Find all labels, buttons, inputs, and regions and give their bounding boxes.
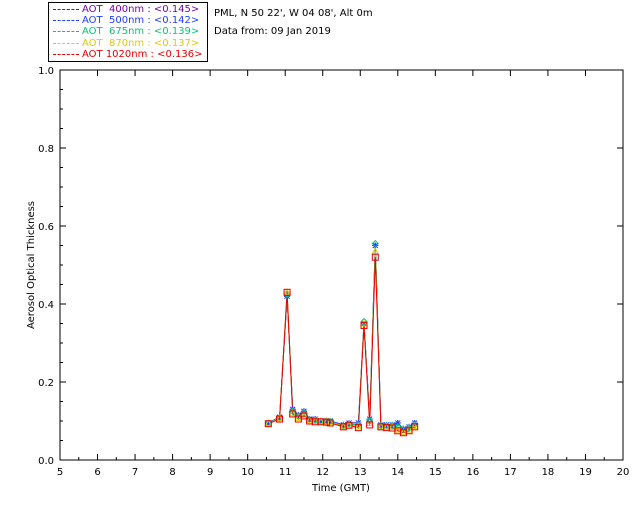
y-tick-label: 0.2 (38, 378, 54, 389)
x-tick-label: 12 (316, 467, 329, 478)
series-lines (268, 243, 415, 434)
y-tick-label: 1.0 (38, 66, 54, 77)
legend-entry: AOT 1020nm : <0.136> (49, 49, 207, 60)
legend-entry: AOT 500nm : <0.142> (49, 15, 207, 26)
data-point (394, 419, 401, 426)
legend-entry: AOT 870nm : <0.137> (49, 38, 207, 49)
x-tick-label: 8 (169, 467, 175, 478)
series-line (268, 257, 415, 434)
x-tick-label: 15 (429, 467, 442, 478)
y-tick-label: 0.0 (38, 456, 54, 467)
x-tick-label: 7 (132, 467, 138, 478)
x-tick-label: 13 (354, 467, 367, 478)
series-markers (264, 239, 419, 437)
x-tick-label: 5 (57, 467, 63, 478)
legend-label: AOT 500nm : <0.142> (82, 15, 200, 27)
legend-label: AOT 1020nm : <0.136> (82, 48, 203, 60)
x-tick-label: 6 (94, 467, 100, 478)
legend-label: AOT 870nm : <0.137> (82, 37, 200, 49)
aot-chart: 5 6 7 8 9 10 11 12 13 14 15 16 17 18 19 20 0.0 0.2 0.4 0.6… (26, 66, 630, 494)
legend-swatch (53, 9, 79, 10)
plot-frame (59, 69, 624, 461)
legend-swatch (53, 53, 79, 55)
series-line (268, 245, 415, 430)
legend-entry: AOT 400nm : <0.145> (49, 4, 207, 15)
legend: AOT 400nm : <0.145> AOT 500nm : <0.142> AO… (48, 2, 208, 62)
legend-swatch (53, 42, 79, 44)
x-tick-label: 18 (542, 467, 555, 478)
x-tick-label: 19 (579, 467, 592, 478)
x-tick-label: 17 (504, 467, 517, 478)
x-tick-label: 10 (241, 467, 254, 478)
date-text: Data from: 09 Jan 2019 (214, 26, 331, 37)
x-axis-label: Time (GMT) (311, 483, 370, 494)
x-tick-label: 20 (617, 467, 630, 478)
series-line (268, 245, 415, 430)
x-tick-label: 14 (391, 467, 404, 478)
x-tick-label: 9 (207, 467, 213, 478)
x-tick-label: 16 (466, 467, 479, 478)
legend-entry: AOT 675nm : <0.139> (49, 26, 207, 37)
y-tick-label: 0.8 (38, 144, 54, 155)
location-text: PML, N 50 22', W 04 08', Alt 0m (214, 8, 373, 19)
x-tick-label: 11 (279, 467, 292, 478)
y-tick-label: 0.4 (38, 300, 54, 311)
y-axis-label: Aerosol Optical Thickness (26, 201, 37, 329)
x-axis: 5 6 7 8 9 10 11 12 13 14 15 16 17 18 19 20 (57, 70, 630, 478)
series-line (268, 251, 415, 433)
legend-swatch (53, 31, 79, 33)
series-line (268, 243, 415, 431)
y-tick-label: 0.6 (38, 222, 54, 233)
legend-swatch (53, 20, 79, 22)
legend-label: AOT 400nm : <0.145> (82, 4, 200, 15)
y-axis: 0.0 0.2 0.4 0.6 0.8 1.0 (38, 66, 623, 467)
legend-label: AOT 675nm : <0.139> (82, 26, 200, 38)
